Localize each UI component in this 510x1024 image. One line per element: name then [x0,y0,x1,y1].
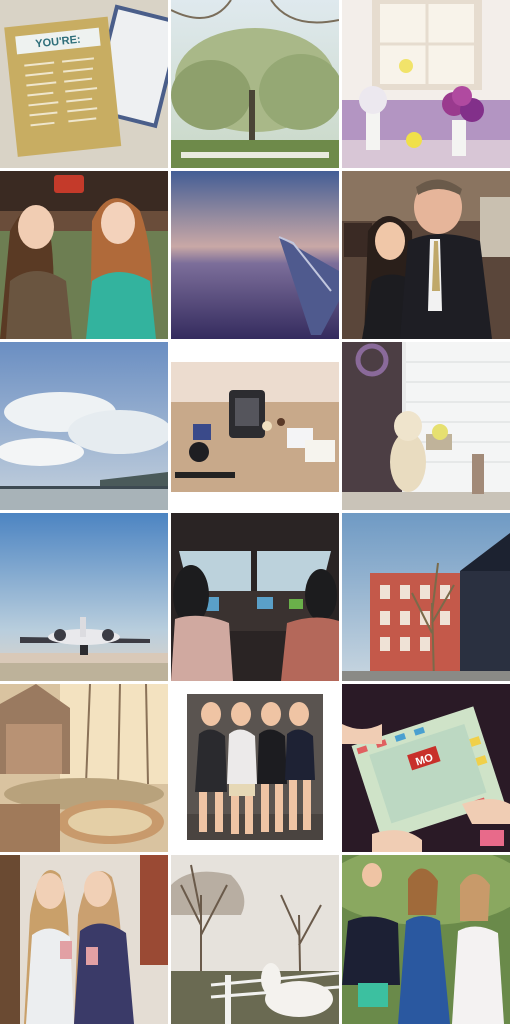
photo-cockpit [171,513,339,681]
photo-packing-gear [171,342,339,510]
photo-window-flowers [342,0,510,168]
photo-paper-card: YOU'RE: [0,0,168,168]
photo-two-friends-drinks [0,855,168,1024]
photo-two-friends-restaurant [0,171,168,339]
photo-collage: YOU'RE: MO [0,0,510,1024]
photo-airplane-wing-clouds [171,171,339,339]
photo-father-daughter [342,171,510,339]
photo-white-horse [171,855,339,1024]
photo-dog-front-door [342,342,510,510]
photo-three-girls-outdoors [342,855,510,1024]
photo-spring-trees [171,0,339,168]
photo-monopoly-game: MO [342,684,510,852]
photo-private-plane [0,513,168,681]
photo-backyard-pond [0,684,168,852]
photo-sky-bridge [0,342,168,510]
photo-brick-buildings [342,513,510,681]
photo-group-friends [171,684,339,852]
